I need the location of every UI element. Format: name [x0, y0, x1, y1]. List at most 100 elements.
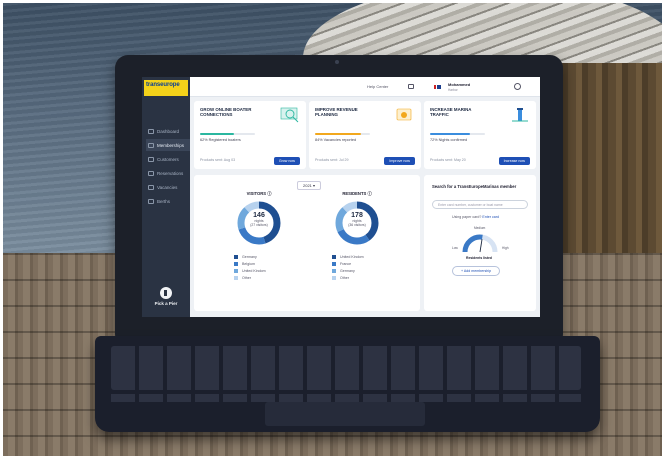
progress-bar: [200, 133, 255, 135]
add-membership-button[interactable]: + Add membership: [452, 266, 501, 276]
gauge-medium-label: Medium: [474, 226, 486, 230]
visitors-title-text: VISITORS: [246, 191, 267, 196]
brand-logo-icon: [160, 287, 172, 299]
logo[interactable]: transeurope: [144, 80, 188, 96]
user-subtitle: Harbor: [448, 88, 458, 92]
legend-swatch: [332, 254, 336, 259]
year-select[interactable]: 2021 ▾: [297, 181, 322, 190]
sidebar: transeurope Dashboard Memberships Custom…: [142, 77, 190, 317]
keyboard: [95, 336, 600, 432]
residents-total: 178: [351, 212, 363, 219]
residents-title-text: RESIDENTS: [342, 191, 367, 196]
legend-label: Other: [340, 275, 349, 280]
legend-item: Germany: [234, 253, 304, 260]
gauge-high-label: High: [502, 246, 509, 250]
legend-label: Germany: [242, 254, 257, 259]
goal-card: GROW ONLINE BOATER CONNECTIONS 62% Regis…: [194, 101, 306, 169]
residents-sub: (36 visitors): [348, 223, 366, 228]
legend-swatch: [332, 268, 336, 273]
legend-label: United Kindom: [340, 254, 364, 259]
legend-item: Germany: [332, 267, 402, 274]
dashboard-icon: [148, 128, 154, 134]
improve-now-button[interactable]: Improve now: [384, 157, 415, 165]
sidebar-item-berths[interactable]: Berths: [146, 195, 190, 207]
progress-fill: [315, 133, 362, 135]
gauge-needle: [479, 239, 483, 253]
legend-label: United Kindom: [242, 268, 266, 273]
gauge-fill: [462, 234, 483, 253]
legend-item: Other: [332, 274, 402, 281]
sidebar-item-vacancies[interactable]: Vacancies: [146, 181, 190, 193]
lighthouse-illustration-icon: [512, 108, 528, 122]
topbar: Help Center Mohammed Harbor: [190, 77, 540, 97]
enter-card-link[interactable]: Enter card: [482, 215, 499, 219]
progress-bar: [315, 133, 370, 135]
progress-fill: [200, 133, 235, 135]
increase-now-button[interactable]: Increase now: [498, 157, 530, 165]
planning-illustration-icon: [396, 108, 412, 121]
brand-name: Pick a Pier: [154, 301, 178, 306]
sidebar-item-reservations[interactable]: Reservations: [146, 167, 190, 179]
berth-icon: [148, 198, 154, 204]
keyboard-spacebar-row: [111, 394, 581, 402]
goal-card: INCREASE MARINA TRAFFIC 72% Nights confi…: [424, 101, 536, 169]
visitors-donut: 146 nights (27 visitors): [236, 200, 282, 246]
legend-label: Germany: [340, 268, 355, 273]
chat-icon[interactable]: [408, 84, 414, 89]
wooden-post: [548, 63, 662, 263]
residents-legend: United Kindom France Germany Other: [312, 253, 402, 281]
paper-card-question: Using paper card?: [452, 215, 482, 219]
card-stat: 62% Registered boaters: [200, 138, 241, 142]
card-stat: 84% Vacancies reported: [315, 138, 357, 142]
year-value: 2021: [303, 183, 312, 188]
sidebar-item-label: Berths: [157, 198, 171, 204]
legend-swatch: [234, 254, 238, 259]
tablet-screen: transeurope Dashboard Memberships Custom…: [142, 77, 540, 317]
sidebar-item-memberships[interactable]: Memberships: [146, 139, 190, 151]
sidebar-item-label: Dashboard: [157, 128, 180, 134]
sidebar-item-label: Reservations: [157, 170, 184, 176]
legend-item: United Kindom: [332, 253, 402, 260]
bed-icon: [148, 184, 154, 190]
visitors-title: VISITORS ⓘ: [246, 191, 272, 196]
camera-icon: [335, 60, 339, 64]
card-footnote: Products sent: Aug 03: [200, 158, 236, 162]
card-title: INCREASE MARINA TRAFFIC: [430, 107, 472, 118]
legend-label: France: [340, 261, 352, 266]
progress-bar: [430, 133, 485, 135]
legend-label: Other: [242, 275, 251, 280]
sidebar-item-dashboard[interactable]: Dashboard: [146, 125, 190, 137]
legend-item: United Kindom: [234, 267, 304, 274]
visitors-sub: (27 visitors): [250, 223, 268, 228]
visitors-legend: Germany Belgium United Kindom Other: [214, 253, 304, 281]
residents-title: RESIDENTS ⓘ: [342, 191, 372, 196]
gauge-low-label: Low: [452, 246, 458, 250]
users-icon: [148, 156, 154, 162]
goal-card: IMPROVE REVENUE PLANNING 84% Vacancies r…: [309, 101, 421, 169]
sidebar-item-customers[interactable]: Customers: [146, 153, 190, 165]
legend-swatch: [332, 261, 336, 266]
gear-icon[interactable]: [514, 83, 521, 90]
sidebar-item-label: Memberships: [157, 142, 185, 148]
stats-panel: 2021 ▾ VISITORS ⓘ 146 nights (27 visitor…: [194, 175, 420, 311]
legend-swatch: [234, 268, 238, 273]
member-search-input[interactable]: Enter card number, customer or boat name: [432, 200, 528, 209]
sidebar-item-label: Customers: [157, 156, 179, 162]
legend-label: Belgium: [242, 261, 255, 266]
member-search-panel: Search for a TransEuropeMarinas member E…: [424, 175, 536, 311]
legend-swatch: [332, 275, 336, 280]
search-title: Search for a TransEuropeMarinas member: [432, 184, 517, 189]
flag-icon[interactable]: [434, 85, 441, 89]
visitors-block: VISITORS ⓘ 146 nights (27 visitors) Germ…: [214, 191, 304, 306]
legend-swatch: [234, 261, 238, 266]
visitors-total: 146: [253, 212, 265, 219]
search-placeholder: Enter card number, customer or boat name: [438, 203, 503, 207]
grow-now-button[interactable]: Grow now: [273, 157, 300, 165]
sidebar-nav: Dashboard Memberships Customers Reservat…: [146, 125, 190, 209]
user-name[interactable]: Mohammed: [448, 82, 470, 87]
keyboard-keys: [111, 346, 581, 390]
residents-donut: 178 nights (36 visitors): [334, 200, 380, 246]
help-center-link[interactable]: Help Center: [367, 84, 388, 89]
touchpad: [265, 402, 425, 426]
card-stat: 72% Nights confirmed: [430, 138, 468, 142]
